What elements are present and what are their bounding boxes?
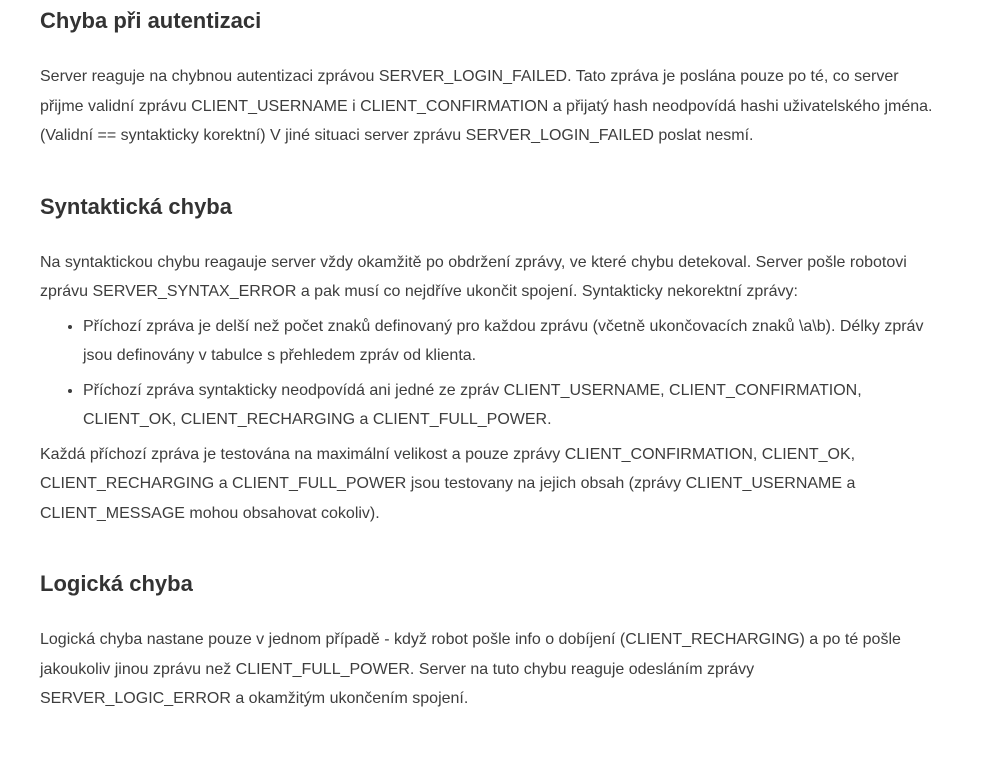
section-paragraph-syntax-2: Každá příchozí zpráva je testována na ma… bbox=[40, 445, 856, 522]
section-heading-syntax: Syntaktická chyba bbox=[40, 193, 232, 219]
document-content: Chyba při autentizaci Server reaguje na … bbox=[0, 0, 988, 714]
list-item: Příchozí zpráva je delší než počet znaků… bbox=[83, 312, 942, 371]
section-paragraph-auth: Server reaguje na chybnou autentizaci zp… bbox=[40, 68, 933, 144]
section-paragraph-syntax: Na syntaktickou chybu reagauje server vž… bbox=[40, 253, 907, 301]
section-heading-logic: Logická chyba bbox=[40, 571, 193, 596]
section-heading-auth: Chyba při autentizaci bbox=[40, 8, 262, 33]
syntax-error-list: Příchozí zpráva je delší než počet znaků… bbox=[40, 312, 942, 435]
list-item: Příchozí zpráva syntakticky neodpovídá a… bbox=[83, 376, 942, 435]
section-paragraph-logic: Logická chyba nastane pouze v jednom pří… bbox=[40, 631, 901, 707]
